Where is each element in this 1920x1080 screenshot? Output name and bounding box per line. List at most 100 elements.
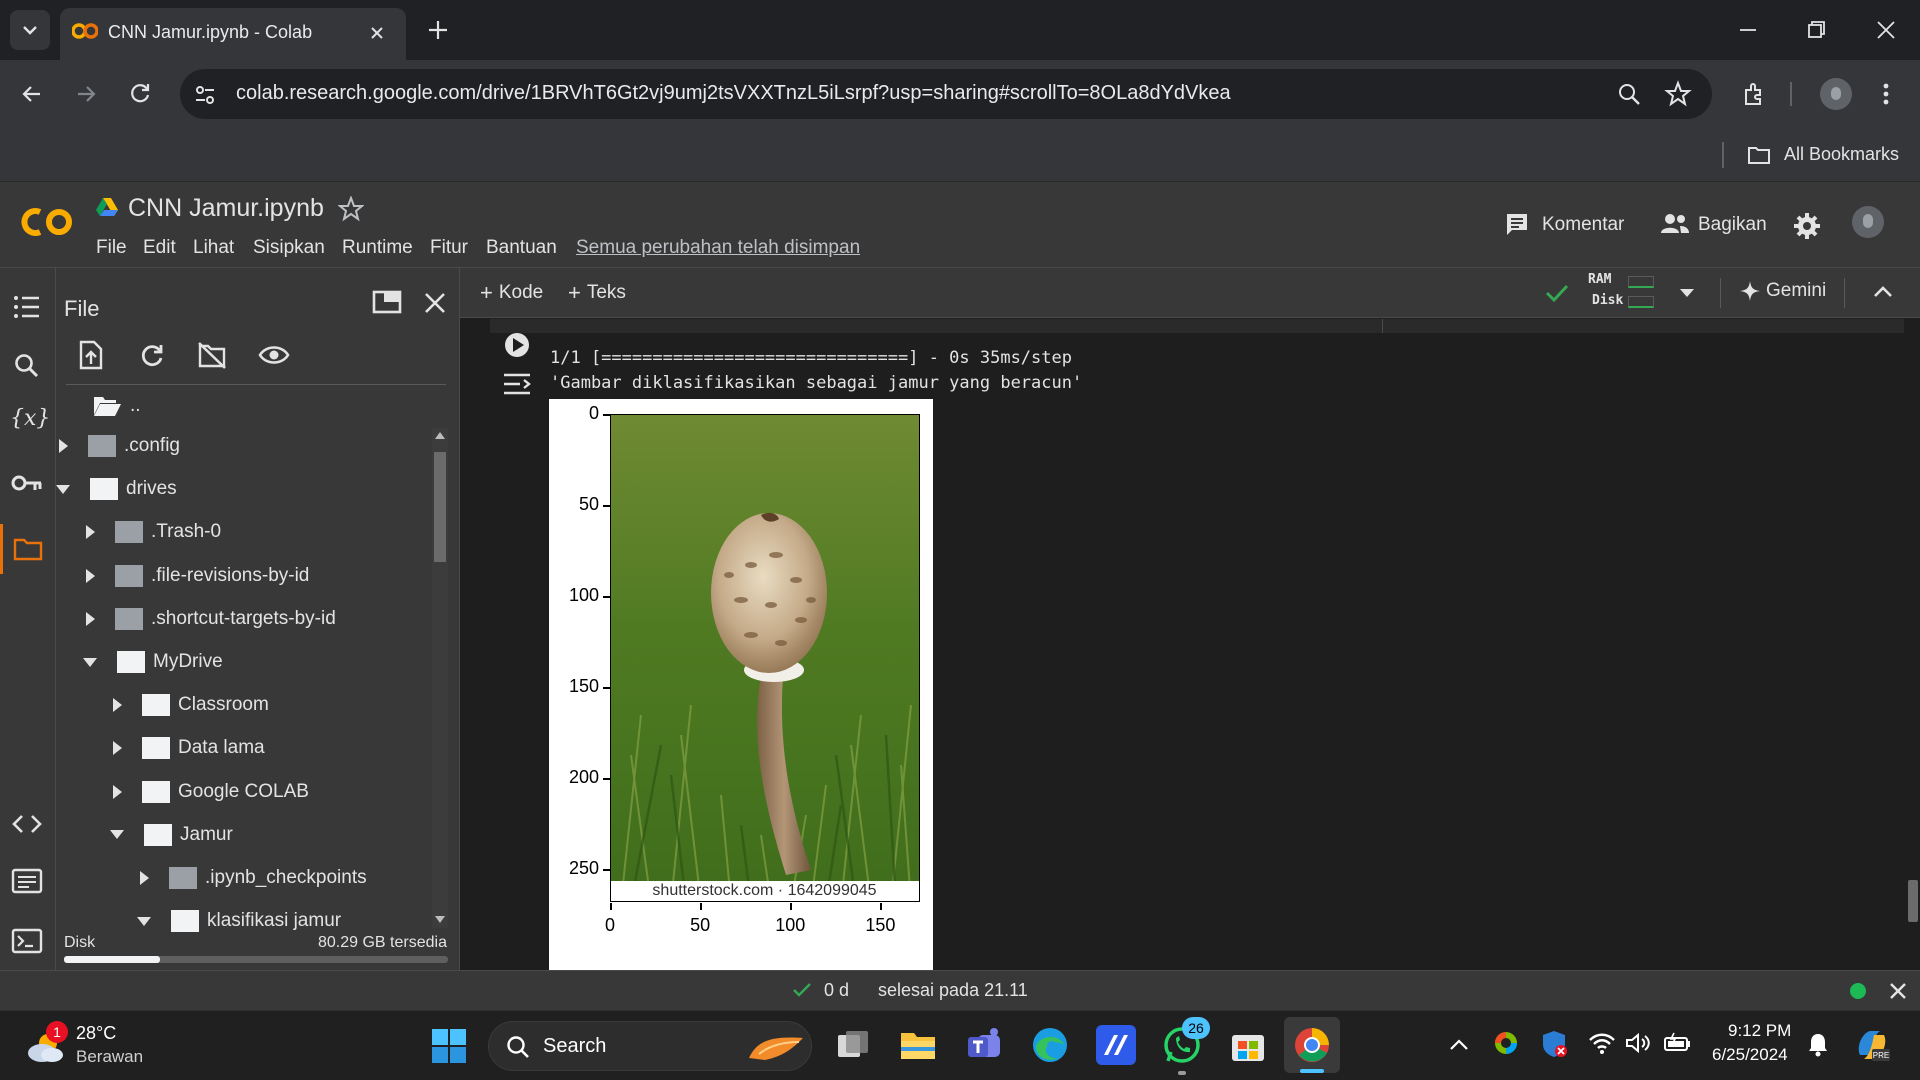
clock-time[interactable]: 9:12 PM (1728, 1021, 1791, 1041)
tree-row-jamur[interactable]: Jamur (110, 815, 233, 855)
expanded-caret-icon[interactable] (56, 484, 70, 494)
code-snippets-icon[interactable] (12, 812, 42, 836)
open-in-tab-icon[interactable] (372, 288, 402, 316)
output-options-icon[interactable] (502, 372, 532, 396)
expanded-caret-icon[interactable] (83, 657, 97, 667)
menu-sisipkan[interactable]: Sisipkan (253, 237, 325, 259)
share-button[interactable]: Bagikan (1698, 214, 1767, 236)
microsoft-store-button[interactable] (1228, 1025, 1268, 1065)
add-code-button[interactable]: + Kode (480, 280, 543, 306)
upload-file-icon[interactable] (78, 340, 104, 370)
collapsed-caret-icon[interactable] (86, 568, 95, 583)
task-view-button[interactable] (832, 1025, 872, 1065)
collapsed-caret-icon[interactable] (113, 784, 122, 799)
tree-row-mydrive[interactable]: MyDrive (83, 642, 223, 682)
notebook-title[interactable]: CNN Jamur.ipynb (128, 194, 324, 223)
chrome-button-active[interactable] (1284, 1017, 1340, 1073)
menu-bantuan[interactable]: Bantuan (486, 237, 557, 259)
url-text[interactable]: colab.research.google.com/drive/1BRVhT6G… (236, 82, 1231, 105)
close-status-icon[interactable] (1888, 981, 1908, 1001)
volume-icon[interactable] (1624, 1031, 1654, 1055)
menu-fitur[interactable]: Fitur (430, 237, 468, 259)
collapse-header-icon[interactable] (1872, 283, 1894, 301)
tree-row-klasifikasi-jamur[interactable]: klasifikasi jamur (137, 901, 341, 941)
battery-icon[interactable] (1662, 1031, 1692, 1055)
whatsapp-button[interactable]: 26 (1162, 1017, 1210, 1075)
search-icon[interactable] (13, 352, 41, 380)
site-info-icon[interactable] (192, 82, 218, 108)
wifi-icon[interactable] (1588, 1031, 1616, 1055)
user-avatar[interactable] (1852, 206, 1884, 238)
table-of-contents-icon[interactable] (13, 294, 41, 320)
browser-tab-active[interactable]: CNN Jamur.ipynb - Colab (60, 8, 406, 60)
copilot-icon[interactable]: PRE (1852, 1025, 1892, 1065)
collapsed-caret-icon[interactable] (86, 525, 95, 540)
security-shield-icon[interactable] (1540, 1029, 1568, 1059)
close-tab-icon[interactable] (364, 20, 390, 46)
scroll-up-icon[interactable] (435, 432, 445, 439)
notebook-scrollbar-thumb[interactable] (1908, 880, 1918, 922)
back-icon[interactable] (18, 80, 46, 108)
settings-gear-icon[interactable] (1793, 212, 1821, 240)
variables-icon[interactable]: {x} (10, 406, 50, 431)
notification-bell-icon[interactable] (1806, 1031, 1830, 1057)
collapsed-caret-icon[interactable] (140, 871, 149, 885)
collapsed-caret-icon[interactable] (86, 611, 95, 626)
menu-edit[interactable]: Edit (143, 237, 176, 259)
scrollbar-thumb[interactable] (434, 452, 446, 562)
collapsed-caret-icon[interactable] (113, 741, 122, 756)
collapsed-caret-icon[interactable] (113, 698, 122, 713)
tree-row-file-revisions-by-id[interactable]: .file-revisions-by-id (83, 556, 309, 596)
run-cell-icon[interactable] (502, 330, 532, 360)
ram-meter[interactable] (1628, 276, 1654, 288)
add-text-button[interactable]: + Teks (568, 280, 626, 306)
all-bookmarks-link[interactable]: All Bookmarks (1784, 144, 1899, 165)
forward-icon[interactable] (72, 80, 100, 108)
file-panel-scrollbar[interactable] (432, 428, 448, 928)
show-hidden-eye-icon[interactable] (258, 344, 290, 366)
unmount-drive-icon[interactable] (196, 340, 228, 370)
close-window-icon[interactable] (1872, 16, 1900, 44)
secrets-key-icon[interactable] (11, 472, 43, 494)
tree-row-classroom[interactable]: Classroom (110, 685, 269, 725)
expanded-caret-icon[interactable] (110, 830, 124, 840)
bookmark-star-icon[interactable] (1664, 80, 1692, 108)
menu-runtime[interactable]: Runtime (342, 237, 413, 259)
scroll-down-icon[interactable] (435, 916, 445, 923)
command-palette-icon[interactable] (11, 868, 43, 894)
reload-icon[interactable] (126, 80, 154, 108)
teams-button[interactable] (964, 1025, 1004, 1065)
file-explorer-button[interactable] (898, 1025, 938, 1065)
menu-file[interactable]: File (96, 237, 127, 259)
extensions-icon[interactable] (1740, 80, 1768, 108)
onedrive-color-icon[interactable] (1492, 1029, 1520, 1057)
restore-icon[interactable] (1802, 16, 1830, 44)
edge-button[interactable] (1030, 1025, 1070, 1065)
new-tab-icon[interactable] (424, 16, 452, 44)
close-panel-icon[interactable] (422, 290, 448, 316)
tree-row-drives[interactable]: drives (56, 469, 177, 509)
app-button[interactable] (1096, 1025, 1136, 1065)
menu-lihat[interactable]: Lihat (193, 237, 234, 259)
parent-directory-row[interactable]: .. (92, 386, 141, 426)
disk-meter[interactable] (1628, 296, 1654, 308)
collapsed-caret-icon[interactable] (59, 439, 68, 453)
tree-row-data-lama[interactable]: Data lama (110, 728, 265, 768)
show-hidden-icons-chevron[interactable] (1448, 1035, 1470, 1055)
terminal-icon[interactable] (11, 928, 43, 954)
saved-status-link[interactable]: Semua perubahan telah disimpan (576, 237, 860, 259)
windows-start-icon[interactable] (430, 1027, 468, 1065)
zoom-icon[interactable] (1616, 81, 1642, 107)
refresh-icon[interactable] (138, 342, 166, 370)
tree-row-ipynb-checkpoints[interactable]: .ipynb_checkpoints (137, 858, 367, 898)
tree-row-google-colab[interactable]: Google COLAB (110, 772, 309, 812)
tree-row-config[interactable]: .config (56, 426, 180, 466)
tree-row-trash-0[interactable]: .Trash-0 (83, 512, 221, 552)
expanded-caret-icon[interactable] (137, 916, 151, 926)
profile-avatar[interactable] (1820, 78, 1852, 110)
tree-row-shortcut-targets-by-id[interactable]: .shortcut-targets-by-id (83, 599, 336, 639)
browser-menu-icon[interactable] (1876, 80, 1896, 108)
clock-date[interactable]: 6/25/2024 (1712, 1045, 1788, 1065)
colab-logo-icon[interactable] (18, 202, 78, 242)
address-bar[interactable]: colab.research.google.com/drive/1BRVhT6G… (180, 69, 1712, 119)
